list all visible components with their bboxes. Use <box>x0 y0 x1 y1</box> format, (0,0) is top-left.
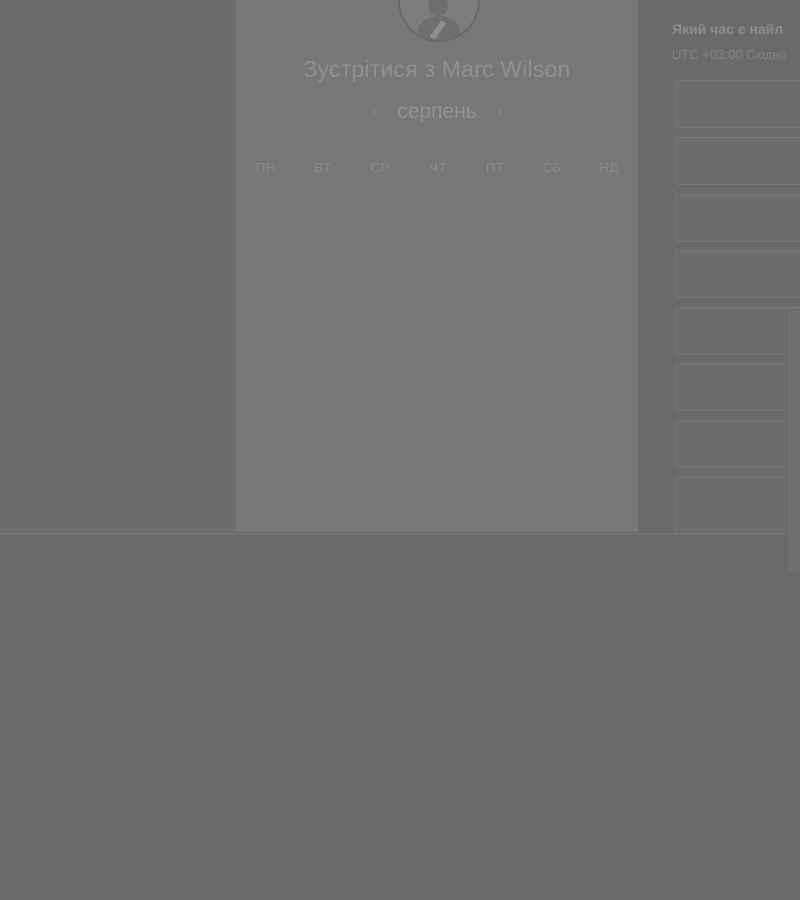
booking-page: Зустрітися з Marc Wilson ‹ серпень › ПН … <box>0 0 800 900</box>
time-slot-button[interactable] <box>675 80 800 128</box>
scrollbar[interactable] <box>786 310 800 572</box>
timezone-label[interactable]: UTC +03:00 Східно <box>672 47 787 62</box>
time-slot-button[interactable] <box>675 137 800 185</box>
time-slot-button[interactable] <box>675 420 800 468</box>
time-slot-button[interactable] <box>675 363 800 411</box>
month-navigation: ‹ серпень › <box>236 100 638 130</box>
time-slot-button[interactable] <box>675 250 800 298</box>
time-slot-button[interactable] <box>675 476 800 532</box>
time-slot-button[interactable] <box>675 194 800 242</box>
weekday-fri: ПТ <box>485 160 505 175</box>
meeting-title: Зустрітися з Marc Wilson <box>303 56 571 82</box>
chevron-left-icon[interactable]: ‹ <box>371 103 376 121</box>
weekday-mon: ПН <box>256 160 276 175</box>
chevron-right-icon[interactable]: › <box>497 103 502 121</box>
weekday-tue: ВТ <box>314 160 332 175</box>
month-label: серпень <box>397 100 477 123</box>
time-question: Який час є найл <box>672 21 784 37</box>
weekday-wed: СР <box>370 160 390 175</box>
avatar-head-shape <box>428 0 448 16</box>
weekday-thu: ЧТ <box>429 160 447 175</box>
weekday-sun: НД <box>599 160 619 175</box>
weekday-sat: СБ <box>542 160 562 175</box>
weekday-header: ПН ВТ СР ЧТ ПТ СБ НД <box>240 160 638 180</box>
time-slot-button[interactable] <box>675 307 800 355</box>
